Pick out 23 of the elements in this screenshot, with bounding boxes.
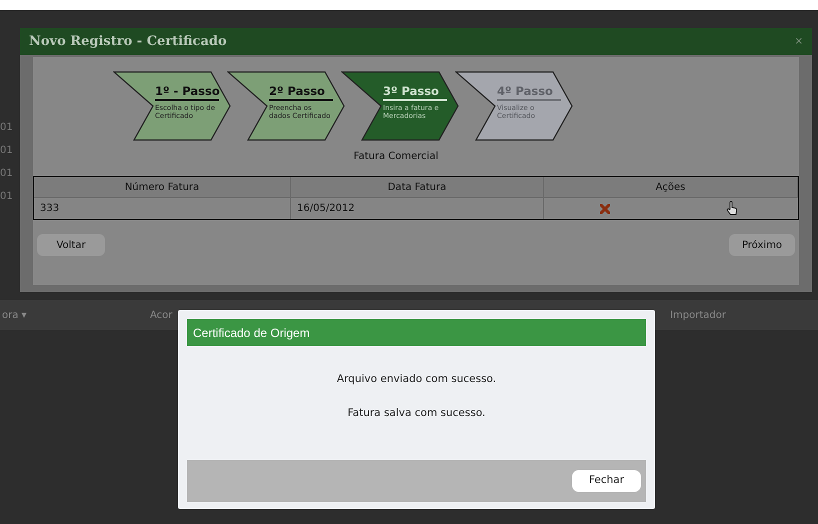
step-title: 2º Passo — [269, 83, 333, 101]
step-title: 4º Passo — [497, 83, 561, 101]
table-cell: 333 — [34, 198, 291, 219]
close-button[interactable]: Fechar — [572, 470, 641, 492]
step-title: 1º - Passo — [155, 83, 219, 101]
message-text: Fatura salva com sucesso. — [348, 406, 486, 421]
window-title: Novo Registro - Certificado — [29, 32, 227, 51]
message-title: Certificado de Origem — [193, 324, 310, 342]
step-title: 3º Passo — [383, 83, 447, 101]
column-header: ora ▾ — [2, 308, 28, 322]
row-label: 01 — [0, 121, 13, 135]
row-label: 01 — [0, 167, 13, 181]
section-title: Fatura Comercial — [354, 150, 438, 164]
column-header: Importador — [670, 308, 726, 322]
back-button[interactable]: Voltar — [37, 234, 105, 256]
table-cell: 16/05/2012 — [291, 198, 544, 219]
message-text: Arquivo enviado com sucesso. — [336, 372, 496, 387]
delete-icon[interactable] — [600, 204, 610, 214]
next-button[interactable]: Próximo — [729, 234, 795, 256]
column-header: Acor — [150, 308, 172, 322]
row-label: 01 — [0, 190, 13, 204]
row-label: 01 — [0, 144, 13, 158]
hand-pointer-icon — [726, 201, 738, 216]
